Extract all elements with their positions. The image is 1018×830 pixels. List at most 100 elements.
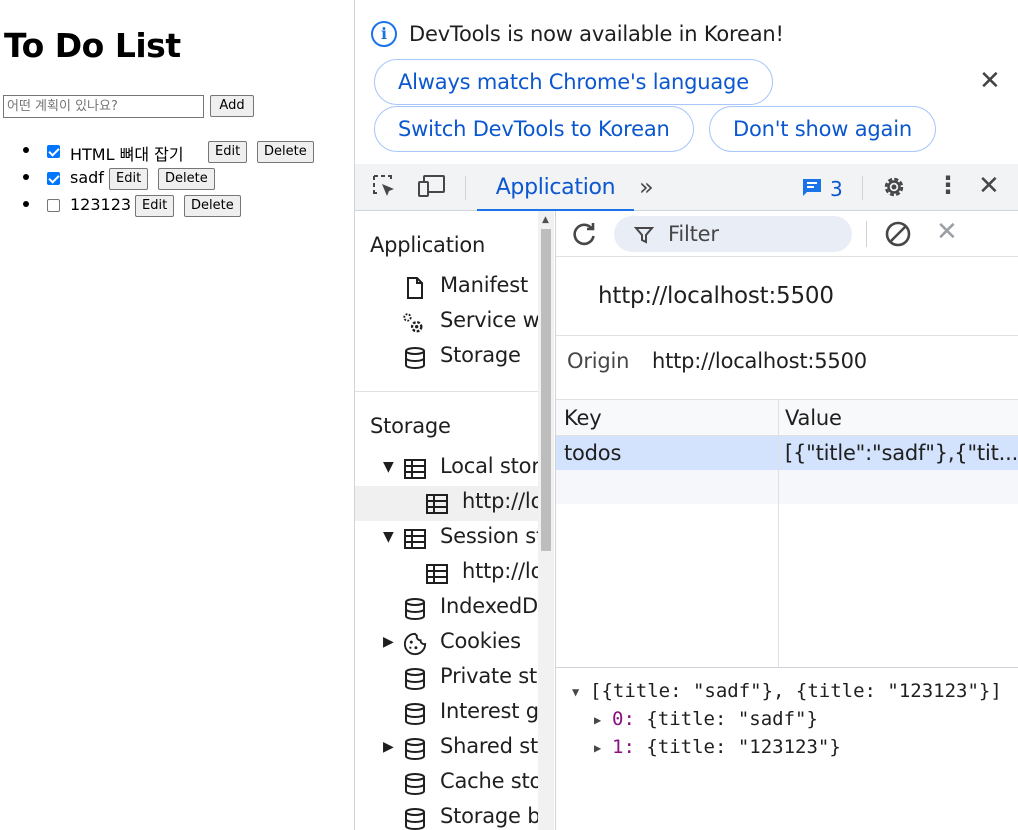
sidebar-item-storage-overview[interactable]: Storage: [355, 340, 540, 375]
more-options-icon[interactable]: ⋮: [936, 171, 960, 199]
sidebar-item-label: http://lo: [462, 489, 540, 513]
sidebar-item-label: Manifest: [440, 273, 529, 297]
dont-show-again-button[interactable]: Don't show again: [709, 106, 936, 152]
edit-button[interactable]: Edit: [109, 168, 149, 190]
todo-input[interactable]: [3, 95, 204, 118]
todo-checkbox[interactable]: [47, 145, 60, 158]
tab-application[interactable]: Application: [477, 164, 634, 211]
toolbar-divider: [862, 176, 863, 200]
preview-item-value: {title: "sadf"}: [646, 708, 818, 730]
sidebar-item-label: http://lo: [462, 559, 540, 583]
sidebar-item-indexeddb[interactable]: IndexedD: [355, 591, 540, 626]
column-header-key[interactable]: Key: [564, 406, 602, 430]
edit-button[interactable]: Edit: [135, 195, 175, 217]
sidebar-header-application: Application: [370, 233, 486, 257]
info-icon: i: [371, 21, 397, 47]
sidebar-header-storage: Storage: [370, 414, 451, 438]
device-toolbar-icon[interactable]: [417, 173, 447, 199]
sidebar-item-shared-storage[interactable]: ▶ Shared st: [355, 731, 540, 766]
row-key: todos: [564, 441, 622, 465]
empty-table-row[interactable]: [556, 470, 1018, 504]
collapse-arrow-icon[interactable]: ▶: [383, 739, 394, 755]
table-icon: [426, 494, 448, 514]
delete-button[interactable]: Delete: [158, 168, 215, 190]
sidebar-item-cookies[interactable]: ▶ Cookies: [355, 626, 540, 661]
toolbar-divider: [465, 176, 466, 200]
preview-item-value: {title: "123123"}: [646, 736, 841, 758]
sidebar-item-session-storage-origin[interactable]: http://lo: [355, 556, 540, 591]
sidebar-item-manifest[interactable]: Manifest: [355, 270, 540, 305]
todo-title: HTML 뼈대 잡기: [70, 145, 184, 164]
origin-header: http://localhost:5500: [598, 283, 834, 309]
table-icon: [404, 459, 426, 479]
column-divider: [778, 400, 779, 668]
sidebar-item-label: Storage b: [440, 804, 540, 828]
language-infobar: i DevTools is now available in Korean! A…: [355, 0, 1018, 164]
todo-page: To Do List Add HTML 뼈대 잡기 Edit Delete sa…: [0, 0, 354, 830]
more-tabs-icon[interactable]: »: [639, 173, 654, 201]
add-button[interactable]: Add: [210, 95, 254, 117]
todo-checkbox[interactable]: [47, 172, 60, 185]
edit-button[interactable]: Edit: [208, 141, 248, 163]
preview-item[interactable]: ▶ 0: {title: "sadf"}: [594, 708, 818, 730]
sidebar-item-storage-buckets[interactable]: Storage b: [355, 801, 540, 830]
header-divider: [556, 335, 1018, 336]
devtools-panel: i DevTools is now available in Korean! A…: [354, 0, 1018, 830]
delete-button[interactable]: Delete: [184, 195, 241, 217]
database-icon: [405, 668, 425, 691]
sidebar-item-label: Shared st: [440, 734, 538, 758]
storage-toolbar: Filter ✕: [556, 211, 1018, 257]
todo-checkbox[interactable]: [47, 199, 60, 212]
sidebar-item-service-workers[interactable]: Service w: [355, 305, 540, 340]
filter-input[interactable]: Filter: [614, 216, 852, 252]
sidebar-item-local-storage-origin[interactable]: http://lo: [355, 486, 540, 521]
devtools-toolbar: Application » 3 ⋮ ✕: [355, 164, 1018, 211]
file-icon: [407, 277, 423, 299]
preview-item-index: 0: [612, 708, 624, 730]
collapse-arrow-icon[interactable]: ▶: [383, 634, 394, 650]
sidebar-item-session-storage[interactable]: ▼ Session st: [355, 521, 540, 556]
expand-arrow-icon[interactable]: ▶: [594, 741, 612, 755]
preview-item-index: 1: [612, 736, 624, 758]
issues-icon[interactable]: [801, 177, 823, 197]
refresh-icon[interactable]: [570, 220, 598, 248]
preview-item[interactable]: ▶ 1: {title: "123123"}: [594, 736, 841, 758]
sidebar-item-cache-storage[interactable]: Cache sto: [355, 766, 540, 801]
expand-arrow-icon[interactable]: ▼: [572, 685, 590, 699]
sidebar-item-local-storage[interactable]: ▼ Local stor: [355, 451, 540, 486]
table-header: Key Value: [556, 400, 1018, 436]
page-title: To Do List: [4, 26, 181, 65]
delete-selected-icon[interactable]: ✕: [936, 217, 958, 247]
sidebar-item-interest-groups[interactable]: Interest g: [355, 696, 540, 731]
expand-arrow-icon[interactable]: ▶: [594, 713, 612, 727]
sidebar-item-label: Interest g: [440, 699, 539, 723]
close-devtools-icon[interactable]: ✕: [978, 171, 1000, 201]
switch-to-korean-button[interactable]: Switch DevTools to Korean: [374, 106, 694, 152]
sidebar-item-private-state-tokens[interactable]: Private sta: [355, 661, 540, 696]
preview-root[interactable]: ▼ [{title: "sadf"}, {title: "123123"}]: [572, 680, 1002, 702]
column-header-value[interactable]: Value: [785, 406, 842, 430]
list-bullet: [23, 147, 29, 153]
toolbar-divider: [866, 221, 867, 247]
scroll-up-arrow-icon[interactable]: ▲: [542, 215, 549, 225]
expand-arrow-icon[interactable]: ▼: [383, 459, 394, 475]
sidebar-item-label: Cache sto: [440, 769, 540, 793]
delete-button[interactable]: Delete: [257, 141, 314, 163]
database-icon: [405, 738, 425, 761]
inspect-element-icon[interactable]: [371, 173, 397, 199]
scrollbar-thumb[interactable]: [541, 229, 551, 551]
table-row[interactable]: todos [{"title":"sadf"},{"tit...: [556, 436, 1018, 470]
gear-icon[interactable]: [880, 173, 908, 201]
clear-all-icon[interactable]: [884, 220, 912, 248]
todo-title: sadf: [70, 168, 104, 187]
expand-arrow-icon[interactable]: ▼: [383, 529, 394, 545]
list-bullet: [23, 201, 29, 207]
issues-count[interactable]: 3: [830, 177, 843, 201]
always-match-language-button[interactable]: Always match Chrome's language: [374, 59, 773, 105]
table-icon: [426, 564, 448, 584]
infobar-message: DevTools is now available in Korean!: [409, 22, 784, 46]
storage-view: Filter ✕ http://localhost:5500 Origin ht…: [555, 211, 1018, 830]
value-preview: ▼ [{title: "sadf"}, {title: "123123"}] ▶ 0…: [556, 667, 1018, 830]
close-icon[interactable]: ✕: [979, 66, 1001, 96]
sidebar-scrollbar[interactable]: ▲: [538, 211, 554, 830]
